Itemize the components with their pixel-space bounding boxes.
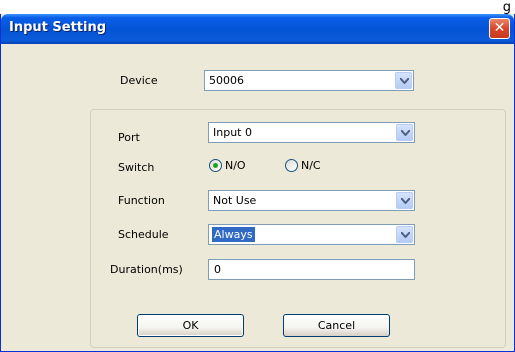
port-label: Port bbox=[118, 131, 140, 144]
switch-label: Switch bbox=[118, 161, 155, 174]
schedule-dropdown-button[interactable] bbox=[396, 226, 413, 243]
close-icon: ✕ bbox=[493, 20, 506, 36]
duration-value: 0 bbox=[214, 263, 221, 276]
port-dropdown-button[interactable] bbox=[396, 124, 413, 141]
port-value: Input 0 bbox=[213, 126, 252, 139]
close-button[interactable]: ✕ bbox=[489, 18, 510, 39]
port-combobox[interactable]: Input 0 bbox=[208, 122, 415, 143]
radio-selected-dot bbox=[213, 163, 218, 168]
schedule-label: Schedule bbox=[118, 228, 169, 241]
function-value: Not Use bbox=[213, 194, 257, 207]
function-combobox[interactable]: Not Use bbox=[208, 190, 415, 211]
device-combobox[interactable]: 50006 bbox=[204, 70, 414, 91]
schedule-combobox[interactable]: Always bbox=[208, 224, 415, 245]
radio-button-icon bbox=[285, 159, 298, 172]
function-label: Function bbox=[118, 194, 165, 207]
device-value: 50006 bbox=[209, 74, 244, 87]
device-label: Device bbox=[120, 74, 158, 87]
chevron-down-icon bbox=[401, 130, 410, 136]
cancel-button[interactable]: Cancel bbox=[283, 314, 390, 337]
duration-label: Duration(ms) bbox=[110, 263, 183, 276]
switch-nc-label: N/C bbox=[301, 159, 321, 172]
chevron-down-icon bbox=[401, 198, 410, 204]
background-caption-text: g bbox=[502, 0, 511, 15]
chevron-down-icon bbox=[400, 78, 409, 84]
device-dropdown-button[interactable] bbox=[395, 72, 412, 89]
switch-no-label: N/O bbox=[225, 159, 246, 172]
radio-button-icon bbox=[209, 159, 222, 172]
title-bar[interactable]: Input Setting ✕ bbox=[1, 14, 514, 44]
ok-button[interactable]: OK bbox=[137, 314, 244, 337]
schedule-value: Always bbox=[212, 227, 255, 242]
chevron-down-icon bbox=[401, 232, 410, 238]
function-dropdown-button[interactable] bbox=[396, 192, 413, 209]
switch-nc-radio[interactable]: N/C bbox=[285, 159, 321, 172]
dialog-title: Input Setting bbox=[9, 20, 107, 35]
switch-no-radio[interactable]: N/O bbox=[209, 159, 246, 172]
duration-input[interactable]: 0 bbox=[208, 259, 415, 280]
input-setting-dialog: Input Setting ✕ Device 50006 Port Input … bbox=[0, 14, 515, 352]
